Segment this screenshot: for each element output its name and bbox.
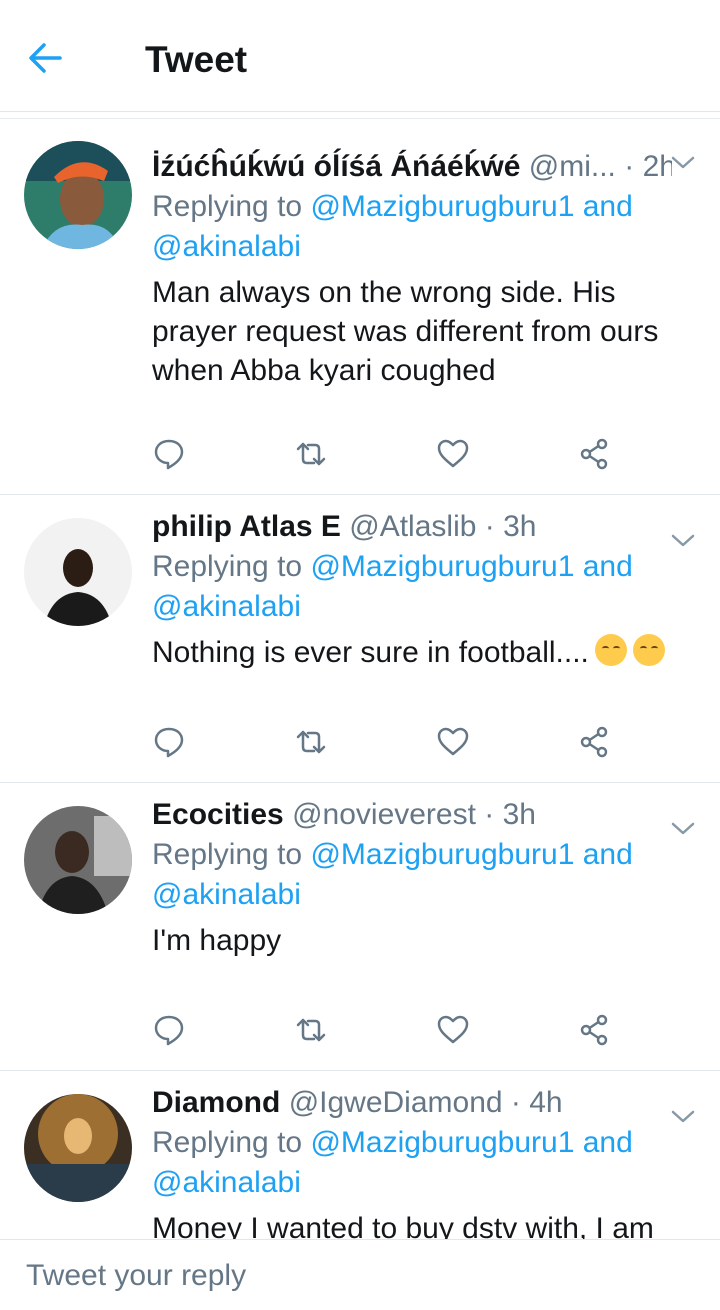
retweet-icon xyxy=(296,730,326,754)
tweet-actions xyxy=(152,437,622,477)
tweet-meta: İźúćĥúḱẃú óĺíśá Áńáéḱẃé @mi... · 2h xyxy=(152,147,672,187)
pensive-face-emoji xyxy=(632,634,665,666)
author-name[interactable]: İźúćĥúḱẃú óĺíśá Áńáéḱẃé xyxy=(152,150,520,183)
retweet-icon xyxy=(296,442,326,466)
reply-button[interactable] xyxy=(152,1013,196,1053)
like-button[interactable] xyxy=(436,725,480,765)
replying-to-prefix: Replying to xyxy=(152,1126,311,1159)
tweet-content: İźúćĥúḱẃú óĺíśá Áńáéḱẃé @mi... · 2h Repl… xyxy=(152,147,700,390)
avatar-image xyxy=(24,518,132,626)
reply-button[interactable] xyxy=(152,725,196,765)
back-button[interactable] xyxy=(22,34,78,82)
tweet-item[interactable]: philip Atlas E @Atlaslib · 3h Replying t… xyxy=(0,495,720,783)
retweet-button[interactable] xyxy=(294,725,338,765)
retweet-icon xyxy=(296,1018,326,1042)
reply-list[interactable]: İźúćĥúḱẃú óĺíśá Áńáéḱẃé @mi... · 2h Repl… xyxy=(0,119,720,1239)
replying-to-prefix: Replying to xyxy=(152,190,311,223)
tweet-text: Man always on the wrong side. His prayer… xyxy=(152,276,659,387)
tweet-actions xyxy=(152,725,622,765)
chevron-down-icon[interactable] xyxy=(670,1109,696,1125)
like-icon xyxy=(437,439,469,468)
author-handle[interactable]: @IgweDiamond xyxy=(289,1086,503,1119)
like-button[interactable] xyxy=(436,437,480,477)
avatar[interactable] xyxy=(24,806,132,914)
avatar[interactable] xyxy=(24,1094,132,1202)
top-app-bar: Tweet xyxy=(0,0,720,112)
tweet-meta: Diamond @IgweDiamond · 4h xyxy=(152,1083,672,1123)
like-icon xyxy=(437,1015,469,1044)
share-icon xyxy=(580,726,608,758)
replying-to: Replying to @Mazigburugburu1 and @akinal… xyxy=(152,835,700,915)
avatar-image xyxy=(24,806,132,914)
chevron-down-icon[interactable] xyxy=(670,533,696,549)
author-handle[interactable]: @novieverest xyxy=(292,798,476,831)
tweet-text: I'm happy xyxy=(152,924,282,957)
author-handle[interactable]: @mi... xyxy=(529,150,616,183)
tweet-content: Diamond @IgweDiamond · 4h Replying to @M… xyxy=(152,1083,700,1239)
reply-composer xyxy=(0,1239,720,1310)
like-button[interactable] xyxy=(436,1013,480,1053)
share-icon xyxy=(580,1014,608,1046)
avatar-image xyxy=(24,141,132,249)
tweet-text: Nothing is ever sure in football.... xyxy=(152,633,700,672)
share-button[interactable] xyxy=(578,1013,622,1053)
author-name[interactable]: philip Atlas E xyxy=(152,510,341,543)
tweet-meta: Ecocities @novieverest · 3h xyxy=(152,795,672,835)
author-name[interactable]: Diamond xyxy=(152,1086,280,1119)
replying-to-prefix: Replying to xyxy=(152,838,311,871)
reply-icon xyxy=(154,439,184,470)
reply-icon xyxy=(154,727,184,758)
reply-icon xyxy=(154,1015,184,1046)
tweet-text: Money I wanted to buy dstv with, I am xyxy=(152,1212,654,1239)
replying-to: Replying to @Mazigburugburu1 and @akinal… xyxy=(152,187,700,267)
tweet-time: · 2h xyxy=(624,150,672,183)
avatar-image xyxy=(24,1094,132,1202)
tweet-content: philip Atlas E @Atlaslib · 3h Replying t… xyxy=(152,507,700,672)
tweet-meta: philip Atlas E @Atlaslib · 3h xyxy=(152,507,672,547)
chevron-down-icon[interactable] xyxy=(670,821,696,837)
avatar[interactable] xyxy=(24,518,132,626)
page-title: Tweet xyxy=(145,39,248,80)
tweet-item[interactable]: İźúćĥúḱẃú óĺíśá Áńáéḱẃé @mi... · 2h Repl… xyxy=(0,119,720,495)
tweet-text-body: Nothing is ever sure in football.... xyxy=(152,636,589,669)
replying-to: Replying to @Mazigburugburu1 and @akinal… xyxy=(152,1123,700,1203)
pensive-face-emoji xyxy=(594,634,627,666)
tweet-time: · 4h xyxy=(510,1086,563,1119)
avatar[interactable] xyxy=(24,141,132,249)
tweet-time: · 3h xyxy=(484,510,537,543)
share-button[interactable] xyxy=(578,725,622,765)
share-icon xyxy=(580,438,608,470)
reply-input[interactable] xyxy=(24,1254,698,1298)
arrow-left-icon xyxy=(29,43,62,73)
tweet-actions xyxy=(152,1013,622,1053)
author-handle[interactable]: @Atlaslib xyxy=(349,510,476,543)
tweet-item[interactable]: Ecocities @novieverest · 3h Replying to … xyxy=(0,783,720,1071)
like-icon xyxy=(437,727,469,756)
share-button[interactable] xyxy=(578,437,622,477)
retweet-button[interactable] xyxy=(294,437,338,477)
author-name[interactable]: Ecocities xyxy=(152,798,284,831)
replying-to-prefix: Replying to xyxy=(152,550,311,583)
replying-to: Replying to @Mazigburugburu1 and @akinal… xyxy=(152,547,700,627)
tweet-content: Ecocities @novieverest · 3h Replying to … xyxy=(152,795,700,960)
reply-button[interactable] xyxy=(152,437,196,477)
tweet-time: · 3h xyxy=(484,798,536,831)
tweet-item[interactable]: Diamond @IgweDiamond · 4h Replying to @M… xyxy=(0,1071,720,1239)
chevron-down-icon[interactable] xyxy=(670,155,696,171)
retweet-button[interactable] xyxy=(294,1013,338,1053)
